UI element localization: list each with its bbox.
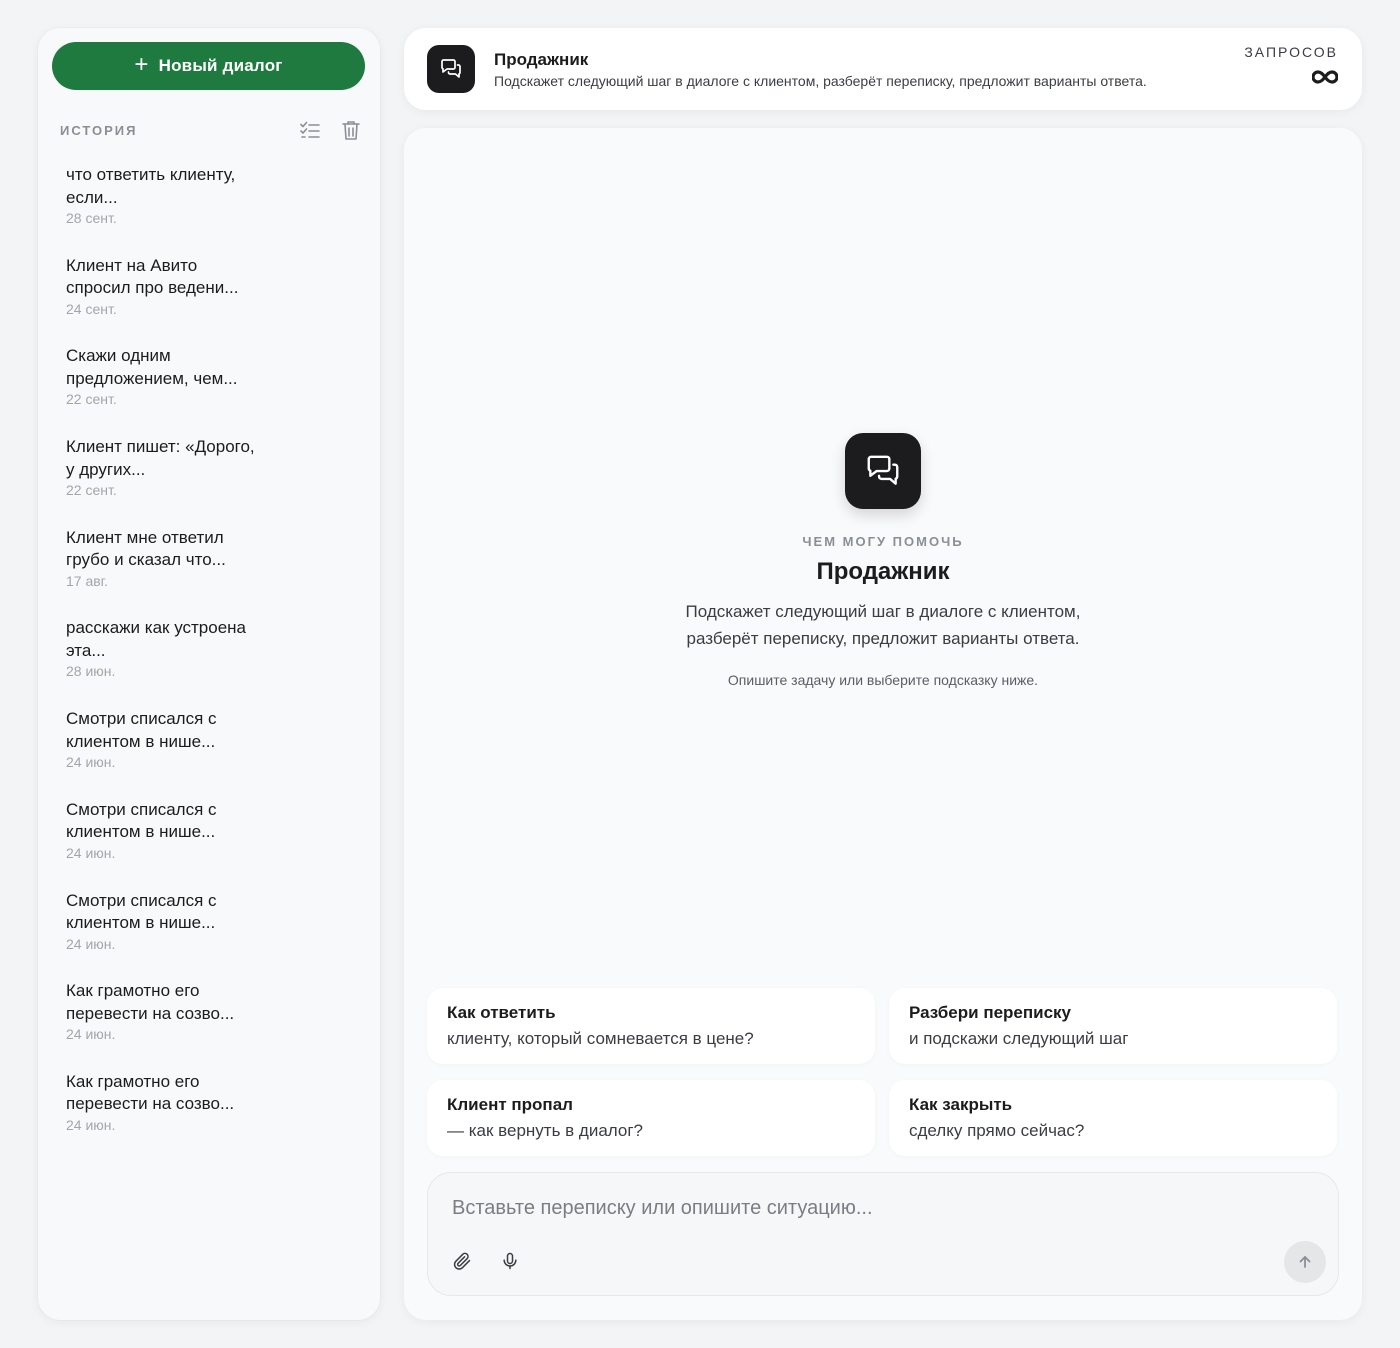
- history-item-date: 28 июн.: [66, 663, 116, 680]
- history-item-title: Клиент пишет: «Дорого, у других...: [66, 437, 255, 479]
- history-item[interactable]: Клиент пишет: «Дорого, у других... 22 сен…: [66, 436, 356, 527]
- history-item-title: Клиент на Авито спросил про ведени...: [66, 255, 239, 298]
- history-item-date: 24 июн.: [66, 1116, 116, 1133]
- history-item-date: 24 июн.: [66, 754, 116, 771]
- history-item[interactable]: Скажи одним предложением, чем... 22 сент.: [66, 345, 356, 436]
- history-item-date: 17 авг.: [66, 572, 108, 589]
- microphone-icon[interactable]: [500, 1251, 520, 1276]
- history-item-date: 24 июн.: [66, 1026, 116, 1043]
- history-item[interactable]: расскажи как устроена эта... 28 июн.: [66, 617, 356, 708]
- chat-bubbles-icon: [427, 45, 475, 93]
- history-item-title: расскажи как устроена эта...: [66, 618, 246, 660]
- header-subtitle: Подскажет следующий шаг в диалоге с клие…: [494, 73, 1147, 89]
- history-item-title: Смотри списался с клиентом в нише...: [66, 709, 217, 751]
- history-item-title: Как грамотно его перевести на созво...: [66, 1071, 235, 1114]
- new-dialog-button[interactable]: + Новый диалог: [52, 42, 365, 90]
- hero-title: Продажник: [816, 558, 950, 585]
- assistant-header: Продажник Подскажет следующий шаг в диал…: [404, 28, 1362, 110]
- history-item-date: 24 сент.: [66, 300, 117, 317]
- sidebar: + Новый диалог ИСТОРИЯ что ответить клие…: [38, 28, 380, 1320]
- suggestion-subtitle: и подскажи следующий шаг: [909, 1029, 1129, 1048]
- suggestion-title: Как закрыть: [909, 1095, 1013, 1114]
- history-item-date: 28 сент.: [66, 210, 117, 226]
- suggestion-card[interactable]: Как закрыть сделку прямо сейчас?: [889, 1080, 1337, 1156]
- history-item-date: 24 июн.: [66, 844, 116, 861]
- history-item[interactable]: Смотри списался с клиентом в нише... 24 и…: [66, 799, 356, 890]
- history-item-title: Скажи одним предложением, чем...: [66, 346, 238, 388]
- suggestion-title: Как ответить: [447, 1003, 556, 1022]
- chat-bubbles-icon: [845, 433, 921, 509]
- hero-description-line: разберёт переписку, предложит варианты о…: [686, 629, 1080, 648]
- suggestion-subtitle: сделку прямо сейчас?: [909, 1121, 1085, 1140]
- history-item-title: Смотри списался с клиентом в нише...: [66, 890, 217, 933]
- trash-icon[interactable]: [342, 120, 360, 140]
- history-item[interactable]: Клиент мне ответил грубо и сказал что...…: [66, 527, 356, 618]
- suggestion-subtitle: клиенту, который сомневается в цене?: [447, 1029, 754, 1048]
- history-list: что ответить клиенту, если... 28 сент. Кли…: [66, 164, 356, 1162]
- select-list-icon[interactable]: [300, 121, 320, 139]
- history-item[interactable]: Смотри списался с клиентом в нише... 24 и…: [66, 890, 356, 981]
- suggestion-subtitle: — как вернуть в диалог?: [447, 1121, 643, 1140]
- requests-label: ЗАПРОСОВ: [1244, 44, 1338, 60]
- plus-icon: +: [134, 51, 149, 78]
- new-dialog-label: Новый диалог: [158, 56, 283, 75]
- history-item-date: 22 сент.: [66, 391, 117, 408]
- history-item[interactable]: что ответить клиенту, если... 28 сент.: [66, 164, 356, 255]
- history-item[interactable]: Как грамотно его перевести на созво... 24…: [66, 980, 356, 1071]
- suggestion-title: Клиент пропал: [447, 1095, 573, 1114]
- history-item-title: Клиент мне ответил грубо и сказал что...: [66, 527, 226, 570]
- hero-eyebrow: ЧЕМ МОГУ ПОМОЧЬ: [802, 534, 964, 549]
- message-input[interactable]: [452, 1193, 1312, 1223]
- suggestion-card[interactable]: Разбери переписку и подскажи следующий ш…: [889, 988, 1337, 1064]
- history-item-date: 24 июн.: [66, 935, 116, 952]
- suggestion-title: Разбери переписку: [909, 1003, 1072, 1022]
- history-item[interactable]: Смотри списался с клиентом в нише... 24 и…: [66, 708, 356, 799]
- header-title: Продажник: [494, 50, 589, 69]
- send-button[interactable]: [1284, 1241, 1326, 1283]
- history-item-date: 22 сент.: [66, 482, 117, 499]
- history-label: ИСТОРИЯ: [60, 122, 138, 138]
- history-item-title: что ответить клиенту, если...: [66, 165, 236, 207]
- chat-area: ЧЕМ МОГУ ПОМОЧЬ Продажник Подскажет след…: [404, 128, 1362, 1320]
- history-item-title: Смотри списался с клиентом в нише...: [66, 799, 217, 842]
- history-item[interactable]: Клиент на Авито спросил про ведени... 24 …: [66, 255, 356, 346]
- arrow-up-icon: [1299, 1256, 1311, 1268]
- paperclip-icon[interactable]: [452, 1251, 472, 1276]
- infinity-icon: [1311, 70, 1339, 89]
- suggestion-card[interactable]: Клиент пропал — как вернуть в диалог?: [427, 1080, 875, 1156]
- hero-description-line: Подскажет следующий шаг в диалоге с клие…: [685, 602, 1081, 621]
- suggestion-card[interactable]: Как ответить клиенту, который сомневаетс…: [427, 988, 875, 1064]
- history-header: ИСТОРИЯ: [60, 120, 360, 140]
- history-item-title: Как грамотно его перевести на созво...: [66, 981, 235, 1023]
- hero-description: Подскажет следующий шаг в диалоге с клие…: [633, 598, 1133, 652]
- hero-hint: Опишите задачу или выберите подсказку ни…: [727, 672, 1039, 688]
- history-item[interactable]: Как грамотно его перевести на созво... 24…: [66, 1071, 356, 1162]
- composer: [427, 1172, 1339, 1296]
